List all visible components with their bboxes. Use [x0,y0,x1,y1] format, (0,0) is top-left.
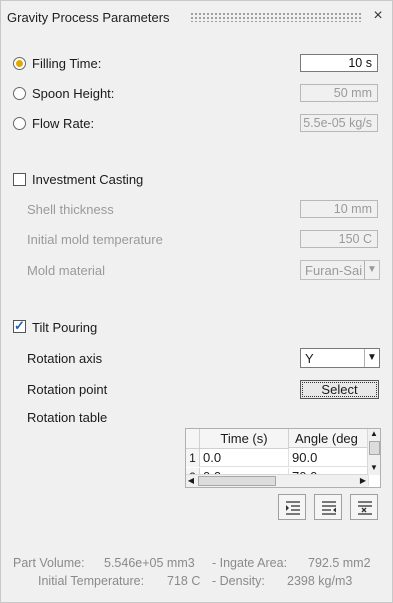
tilt-pouring-checkbox[interactable] [13,318,26,334]
column-header-time[interactable]: Time (s) [200,429,289,449]
mold-material-value: Furan-Sai [305,263,363,278]
part-volume-label: Part Volume: [13,556,85,570]
rotation-axis-value: Y [305,351,314,366]
rotation-axis-select[interactable]: Y ▼ [300,348,380,368]
flow-rate-label: Flow Rate: [32,116,95,131]
rotation-table-label: Rotation table [27,410,108,425]
tilt-pouring-label: Tilt Pouring [32,320,98,335]
append-row-icon [322,501,336,515]
insert-row-button[interactable] [278,494,306,520]
part-volume-value: 5.546e+05 mm3 [104,556,195,570]
scrollbar-thumb[interactable] [198,476,276,486]
shell-thickness-input[interactable]: 10 mm [300,200,378,218]
investment-casting-checkbox[interactable] [13,173,26,186]
density-label: - Density: [212,574,265,588]
initial-temperature-value: 718 C [167,574,201,588]
initial-temperature-label: Initial Temperature: [38,574,145,588]
initial-mold-temp-input[interactable]: 150 C [300,230,378,248]
select-button-label: Select [321,382,358,397]
mold-material-label: Mold material [27,263,106,278]
scroll-left-icon[interactable]: ◀ [186,475,196,486]
investment-casting-label: Investment Casting [32,172,144,187]
drag-handle[interactable] [190,12,362,22]
flow-rate-input[interactable]: 5.5e-05 kg/s [300,114,378,132]
table-cell-angle[interactable]: 90.0 [289,449,369,467]
scrollbar-thumb[interactable] [369,441,380,455]
spoon-height-label: Spoon Height: [32,86,115,101]
rotation-table[interactable]: Time (s) Angle (deg 1 0.0 90.0 2 0.0 70.… [185,428,381,488]
initial-mold-temp-label: Initial mold temperature [27,232,163,247]
column-header-angle[interactable]: Angle (deg [289,429,369,448]
rotation-point-label: Rotation point [27,382,108,397]
delete-row-button[interactable] [350,494,378,520]
window-title: Gravity Process Parameters [7,10,170,25]
ingate-area-value: 792.5 mm2 [308,556,371,570]
mold-material-select[interactable]: Furan-Sai ▼ [300,260,380,280]
chevron-down-icon[interactable]: ▼ [364,349,379,367]
scroll-up-icon[interactable]: ▲ [369,429,379,439]
radio-flow-rate[interactable] [13,117,26,130]
row-number: 1 [186,449,200,467]
rotation-axis-label: Rotation axis [27,351,103,366]
close-icon[interactable]: × [370,8,386,24]
filling-time-label: Filling Time: [32,56,102,71]
scroll-down-icon[interactable]: ▼ [369,463,379,473]
table-cell-time[interactable]: 0.0 [200,449,289,467]
shell-thickness-label: Shell thickness [27,202,114,217]
radio-filling-time[interactable] [13,57,26,70]
radio-spoon-height[interactable] [13,87,26,100]
filling-time-input[interactable]: 10 s [300,54,378,72]
delete-row-icon [358,501,372,515]
spoon-height-input[interactable]: 50 mm [300,84,378,102]
scroll-right-icon[interactable]: ▶ [358,475,368,486]
ingate-area-label: - Ingate Area: [212,556,288,570]
table-horizontal-scrollbar[interactable]: ◀ ▶ [186,474,368,487]
insert-row-icon [286,501,300,515]
table-corner [186,429,200,449]
chevron-down-icon[interactable]: ▼ [364,261,379,279]
density-value: 2398 kg/m3 [287,574,353,588]
select-button[interactable]: Select [300,380,379,399]
table-vertical-scrollbar[interactable]: ▲ ▼ [367,429,380,475]
append-row-button[interactable] [314,494,342,520]
